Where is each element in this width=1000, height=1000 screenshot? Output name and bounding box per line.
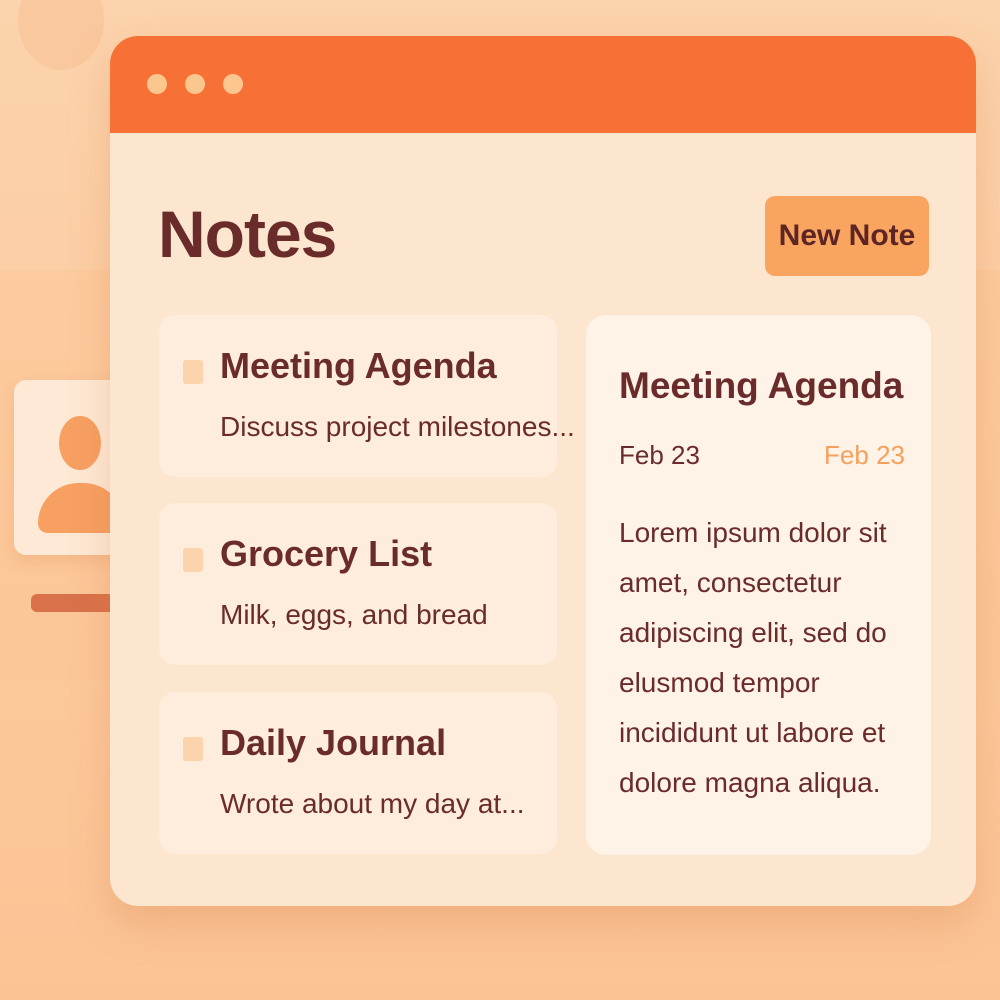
note-preview: Milk, eggs, and bread (220, 599, 488, 630)
window-dot-icon[interactable] (185, 74, 205, 94)
note-checkbox[interactable] (183, 737, 203, 761)
window-dot-icon[interactable] (223, 74, 243, 94)
note-title: Meeting Agenda (220, 345, 497, 386)
detail-date: Feb 23 (619, 440, 700, 470)
new-note-button[interactable]: New Note (765, 196, 929, 276)
title-bar (110, 36, 976, 133)
avatar-head (59, 416, 101, 470)
detail-date-secondary: Feb 23 (824, 440, 905, 470)
note-preview: Wrote about my day at... (220, 788, 525, 819)
note-checkbox[interactable] (183, 548, 203, 572)
note-title: Daily Journal (220, 722, 447, 763)
note-preview: Discuss project milestones... (220, 411, 575, 442)
background-blob (18, 0, 104, 70)
note-detail-panel: Meeting Agenda Feb 23 Feb 23 Lorem ipsum… (586, 315, 931, 855)
detail-title: Meeting Agenda (619, 365, 904, 406)
page-title: Notes (158, 197, 337, 271)
note-checkbox[interactable] (183, 360, 203, 384)
note-card[interactable]: Meeting Agenda Discuss project milestone… (159, 315, 575, 477)
note-card[interactable]: Daily Journal Wrote about my day at... (159, 692, 557, 854)
detail-body[interactable]: Lorem ipsum dolor sit amet, consectetur … (619, 508, 919, 808)
window-dot-icon[interactable] (147, 74, 167, 94)
note-card[interactable]: Grocery List Milk, eggs, and bread (159, 503, 557, 665)
app-window: Notes New Note Meeting Agenda Discuss pr… (110, 36, 976, 906)
note-title: Grocery List (220, 533, 433, 574)
